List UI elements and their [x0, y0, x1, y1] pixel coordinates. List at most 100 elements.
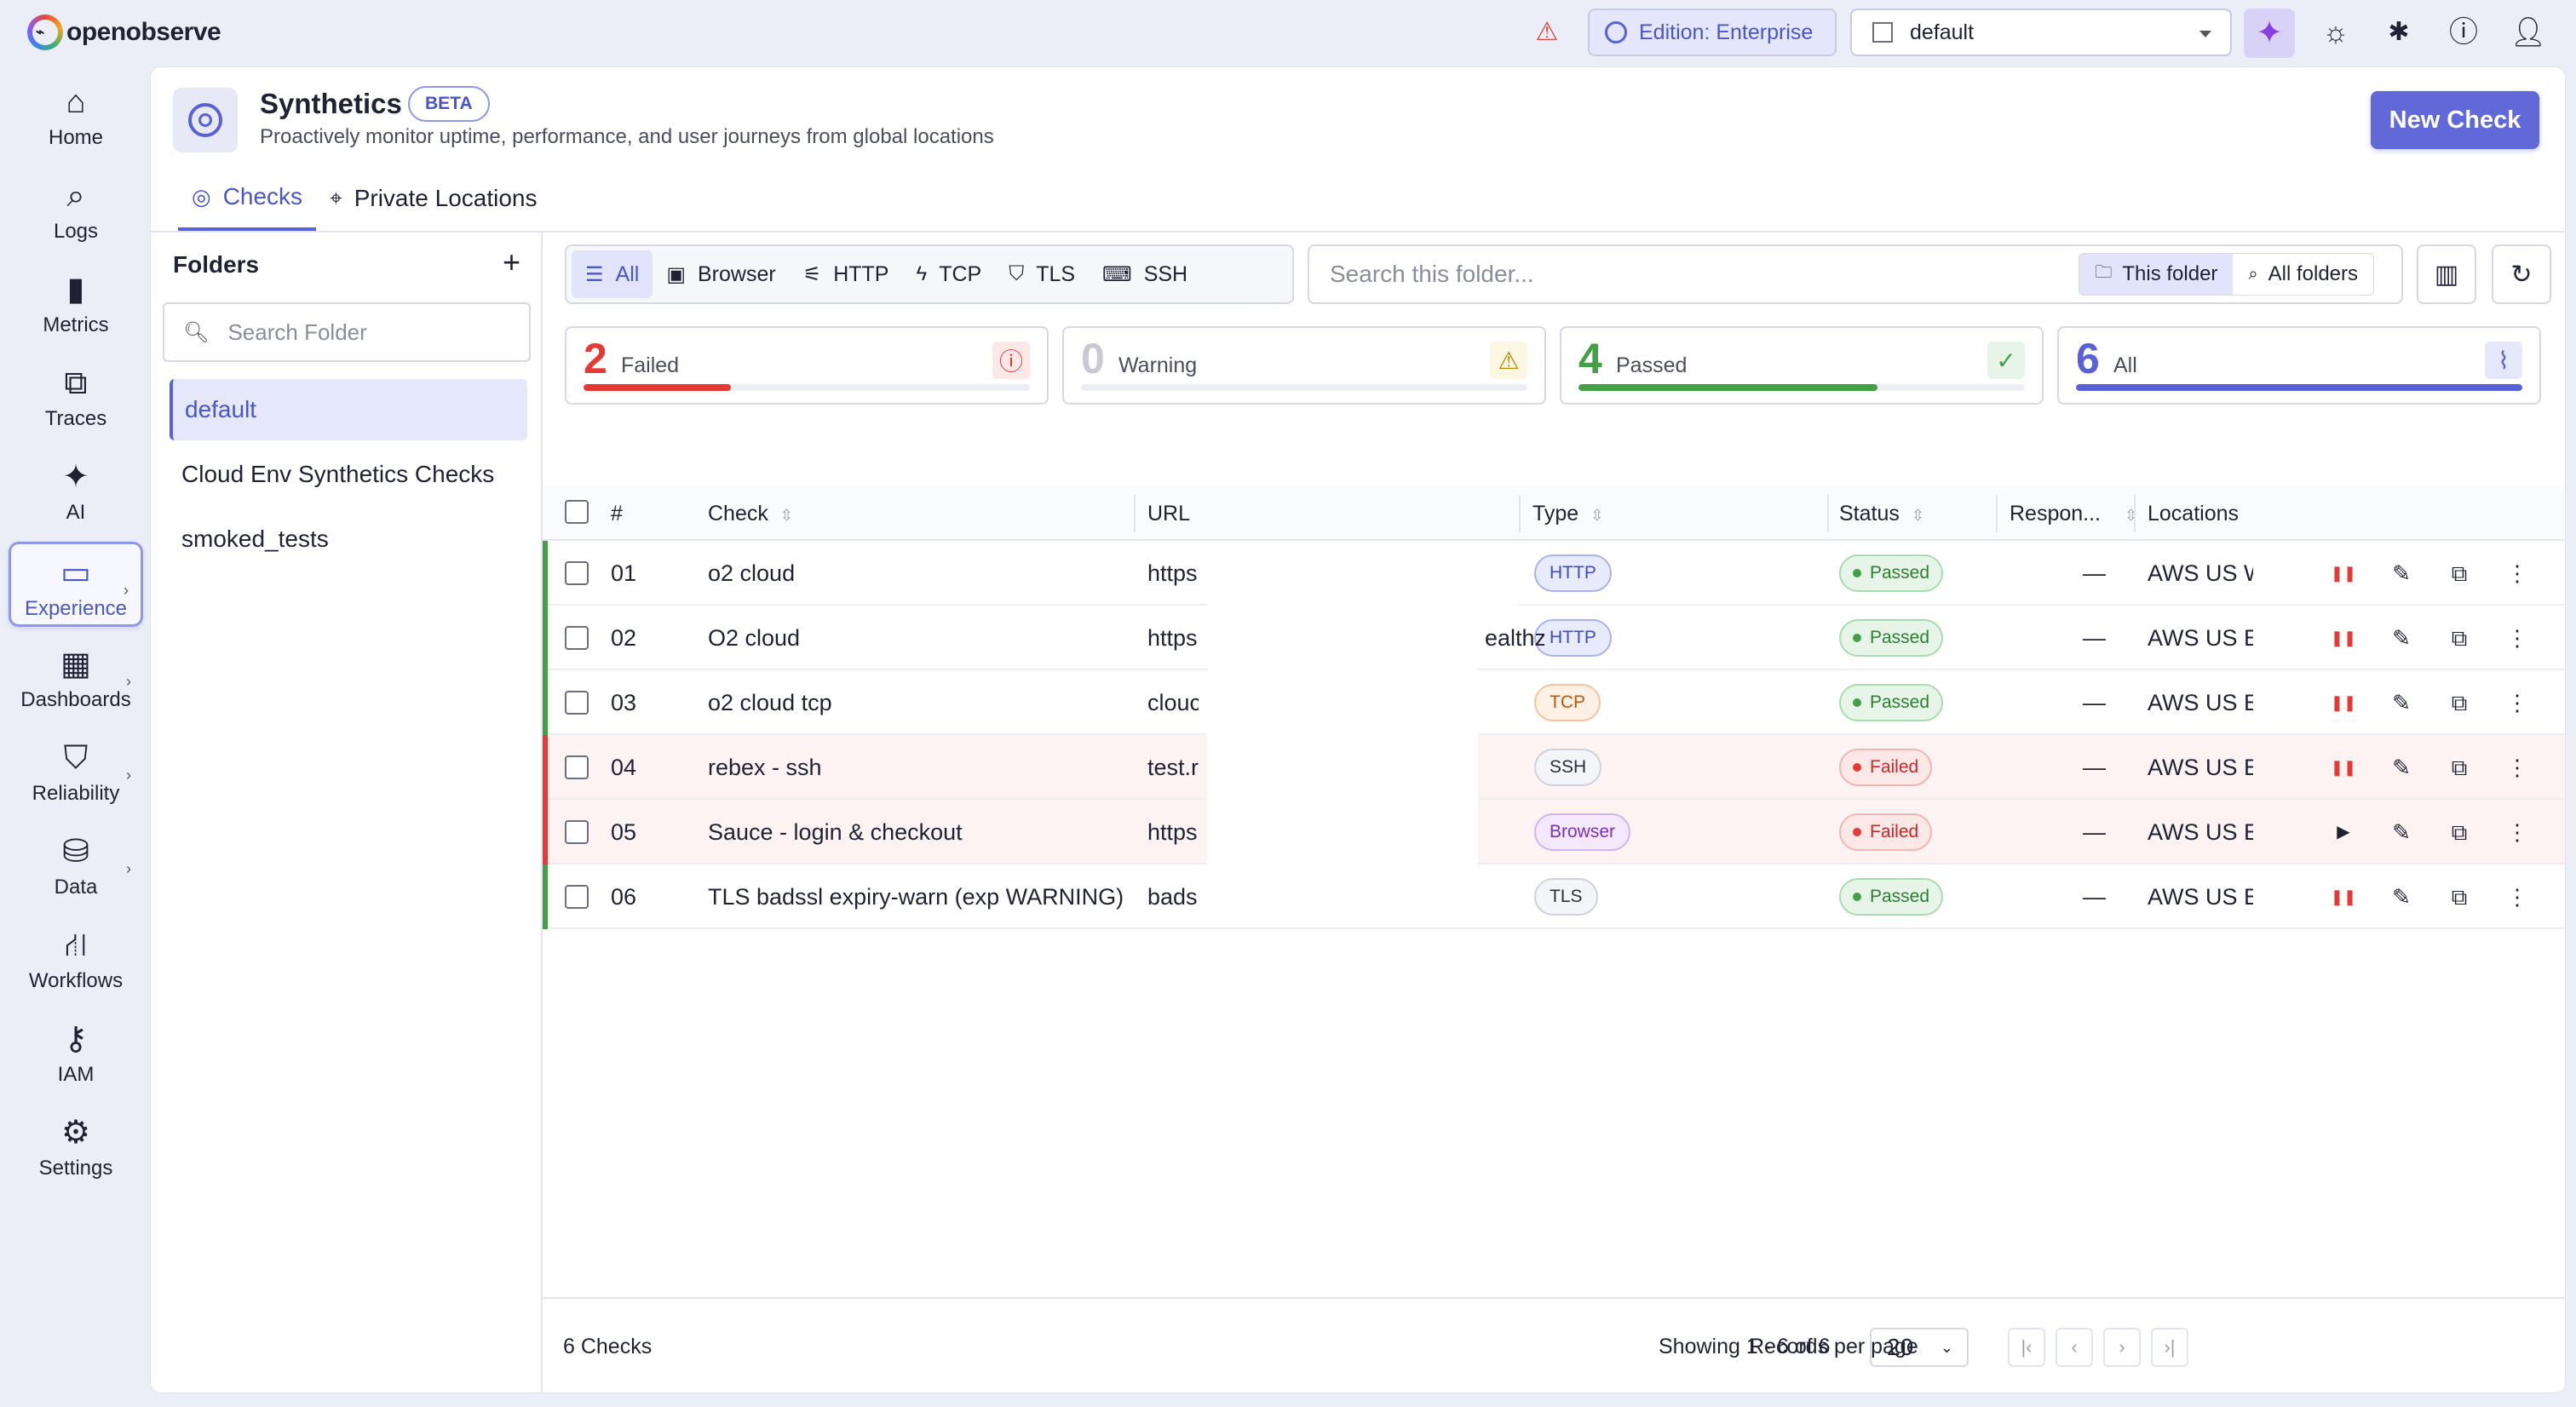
app-logo[interactable]: ⌁ openobserve — [27, 12, 221, 53]
edition-badge[interactable]: Edition: Enterprise — [1588, 9, 1837, 56]
more-options-icon[interactable]: ⋮ — [2502, 558, 2533, 589]
first-page-icon[interactable]: |‹ — [2008, 1328, 2045, 1367]
edit-icon[interactable]: ✎ — [2386, 882, 2417, 912]
nav-item-experience[interactable]: ▭ Experience › — [9, 542, 143, 627]
nav-item-logs[interactable]: ⌕ Logs — [9, 167, 143, 252]
pause-icon[interactable]: ❚❚ — [2328, 558, 2359, 589]
new-check-button[interactable]: New Check — [2371, 91, 2539, 149]
column-divider[interactable] — [2134, 495, 2136, 532]
pause-icon[interactable]: ❚❚ — [2328, 623, 2359, 653]
user-account-icon[interactable]: 👤︎ — [2508, 12, 2549, 53]
refresh-icon[interactable]: ↻ — [2492, 244, 2551, 304]
last-page-icon[interactable]: ›| — [2151, 1328, 2188, 1367]
nav-item-workflows[interactable]: ⛙ Workflows — [9, 916, 143, 1002]
column-divider[interactable] — [1827, 495, 1829, 532]
row-checkbox[interactable] — [565, 755, 589, 779]
check-name[interactable]: o2 cloud tcp — [708, 670, 1125, 735]
select-all-checkbox[interactable] — [565, 500, 589, 524]
filter-tcp-button[interactable]: ϟ TCP — [902, 250, 995, 298]
copy-icon[interactable]: ⧉ — [2444, 752, 2475, 783]
summary-card-warning[interactable]: 0 Warning ⚠ — [1062, 326, 1546, 405]
more-options-icon[interactable]: ⋮ — [2502, 687, 2533, 718]
theme-toggle-sun-icon[interactable]: ☼ — [2315, 12, 2356, 53]
tab-checks[interactable]: ◎ Checks — [178, 166, 317, 231]
copy-icon[interactable]: ⧉ — [2444, 623, 2475, 653]
folder-item-default[interactable]: default — [170, 379, 527, 440]
scope-this-folder[interactable]: 🗀 This folder — [2079, 254, 2234, 295]
folder-item-cloud-env[interactable]: Cloud Env Synthetics Checks — [170, 444, 527, 505]
pause-icon[interactable]: ❚❚ — [2328, 687, 2359, 718]
check-search-input[interactable]: Search this folder... 🗀 This folder ⌕ All … — [1308, 244, 2403, 304]
column-divider[interactable] — [1996, 495, 1998, 532]
nav-item-reliability[interactable]: ⛉ Reliability › — [9, 729, 143, 814]
help-icon[interactable]: ⓘ — [2443, 12, 2484, 53]
filter-tls-button[interactable]: ⛉ TLS — [995, 250, 1089, 298]
nav-item-dashboards[interactable]: ▦ Dashboards › — [9, 635, 143, 721]
col-response[interactable]: Respon... ⇳ — [2010, 486, 2137, 541]
col-type[interactable]: Type ⇳ — [1532, 486, 1603, 541]
check-name[interactable]: O2 cloud — [708, 606, 1125, 670]
table-row[interactable]: 05 Sauce - login & checkout https Browser Fa… — [543, 800, 2565, 864]
column-divider[interactable] — [1134, 495, 1136, 532]
table-row[interactable]: 01 o2 cloud https HTTP Passed — AWS US W... ❚❚ ✎… — [543, 541, 2565, 606]
col-check[interactable]: Check ⇳ — [708, 486, 793, 541]
nav-item-iam[interactable]: ⚷ IAM — [9, 1010, 143, 1095]
prev-page-icon[interactable]: ‹ — [2056, 1328, 2093, 1367]
copy-icon[interactable]: ⧉ — [2444, 817, 2475, 847]
filter-all-button[interactable]: ☰ All — [572, 250, 653, 298]
next-page-icon[interactable]: › — [2103, 1328, 2141, 1367]
copy-icon[interactable]: ⧉ — [2444, 558, 2475, 589]
columns-toggle-icon[interactable]: ▥ — [2417, 244, 2476, 304]
scope-all-folders[interactable]: ⌕ All folders — [2233, 254, 2373, 295]
slack-icon[interactable]: ✱ — [2378, 12, 2419, 53]
table-row[interactable]: 04rebex - sshtest.rSSHFailed—AWS US Ea❚❚… — [543, 735, 2565, 800]
filter-browser-button[interactable]: ▣ Browser — [653, 250, 789, 298]
filter-http-button[interactable]: ⚟ HTTP — [790, 250, 903, 298]
edit-icon[interactable]: ✎ — [2386, 623, 2417, 653]
tab-private-locations[interactable]: ⌖ Private Locations — [316, 166, 550, 231]
row-checkbox[interactable] — [565, 820, 589, 844]
nav-item-metrics[interactable]: ▮ Metrics — [9, 261, 143, 346]
table-row[interactable]: 06 TLS badssl expiry-warn (exp WARNING) ba… — [543, 864, 2565, 929]
nav-item-data[interactable]: ⛁ Data › — [9, 823, 143, 908]
records-per-page-select[interactable]: 20 ⌄ — [1870, 1328, 1969, 1367]
ai-assistant-button[interactable]: ✦ — [2244, 9, 2295, 58]
row-checkbox[interactable] — [565, 626, 589, 650]
col-status[interactable]: Status ⇳ — [1839, 486, 1924, 541]
row-checkbox[interactable] — [565, 885, 589, 909]
nav-item-ai[interactable]: ✦ AI — [9, 448, 143, 533]
table-row[interactable]: 02 O2 cloud https ealthzHTTP Passed — AWS US E… — [543, 606, 2565, 670]
folder-search-input[interactable]: 🔍︎ Search Folder — [163, 302, 531, 362]
nav-item-traces[interactable]: ⧉ Traces — [9, 354, 143, 439]
add-folder-icon[interactable]: + — [503, 244, 520, 280]
summary-card-passed[interactable]: 4 Passed ✓ — [1560, 326, 2044, 405]
check-name[interactable]: TLS badssl expiry-warn (exp WARNING) — [708, 864, 1125, 929]
org-select[interactable]: default — [1850, 9, 2232, 56]
folder-item-smoked-tests[interactable]: smoked_tests — [170, 508, 527, 570]
more-options-icon[interactable]: ⋮ — [2502, 623, 2533, 653]
filter-ssh-button[interactable]: ⌨ SSH — [1089, 250, 1201, 298]
more-options-icon[interactable]: ⋮ — [2502, 752, 2533, 783]
edit-icon[interactable]: ✎ — [2386, 558, 2417, 589]
run-icon[interactable]: ▶ — [2328, 817, 2359, 847]
edit-icon[interactable]: ✎ — [2386, 752, 2417, 783]
nav-item-settings[interactable]: ⚙ Settings — [9, 1104, 143, 1189]
warning-icon[interactable]: ⚠ — [1532, 15, 1562, 49]
row-checkbox[interactable] — [565, 691, 589, 715]
table-row[interactable]: 03o2 cloud tcpcloucTCPPassed—AWS US Ea❚❚… — [543, 670, 2565, 735]
summary-card-failed[interactable]: 2 Failed ⓘ — [565, 326, 1049, 405]
edit-icon[interactable]: ✎ — [2386, 687, 2417, 718]
check-name[interactable]: Sauce - login & checkout — [708, 800, 1125, 864]
column-divider[interactable] — [1519, 495, 1521, 532]
copy-icon[interactable]: ⧉ — [2444, 687, 2475, 718]
pause-icon[interactable]: ❚❚ — [2328, 752, 2359, 783]
pause-icon[interactable]: ❚❚ — [2328, 882, 2359, 912]
check-name[interactable]: rebex - ssh — [708, 735, 1125, 800]
copy-icon[interactable]: ⧉ — [2444, 882, 2475, 912]
summary-card-all[interactable]: 6 All ⌇ — [2057, 326, 2541, 405]
check-name[interactable]: o2 cloud — [708, 541, 1125, 606]
more-options-icon[interactable]: ⋮ — [2502, 882, 2533, 912]
nav-item-home[interactable]: ⌂ Home — [9, 73, 143, 158]
row-checkbox[interactable] — [565, 561, 589, 585]
more-options-icon[interactable]: ⋮ — [2502, 817, 2533, 847]
